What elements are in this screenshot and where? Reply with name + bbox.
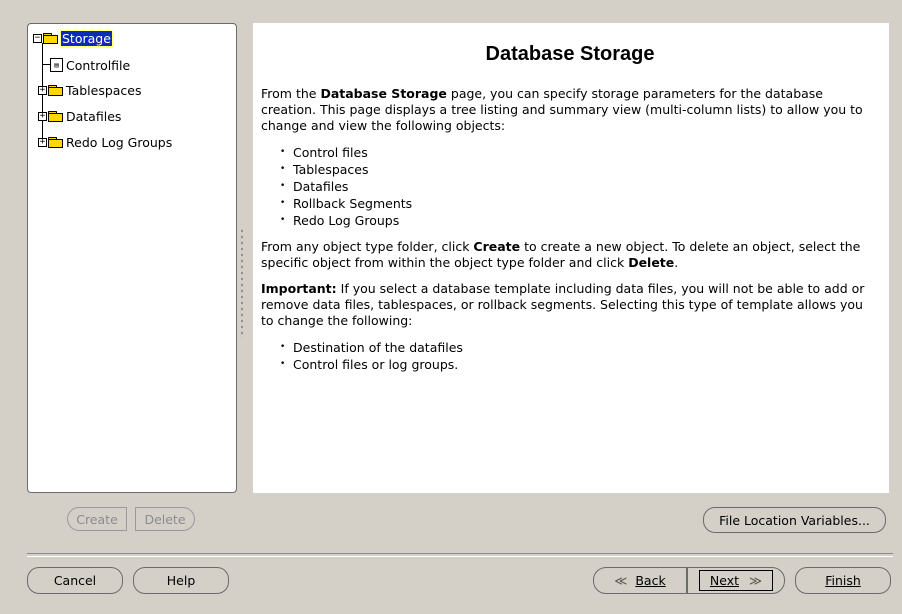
folder-icon — [48, 84, 63, 96]
expand-icon[interactable]: + — [38, 111, 47, 121]
button-label: Cancel — [53, 573, 97, 588]
create-delete-paragraph: From any object type folder, click Creat… — [261, 239, 879, 271]
expand-icon[interactable]: + — [38, 137, 47, 147]
folder-icon — [48, 136, 63, 148]
button-label: File Location Variables... — [719, 512, 870, 528]
help-button[interactable]: Help — [133, 567, 229, 594]
list-item: Tablespaces — [280, 161, 879, 178]
tree-node-label: Datafiles — [66, 108, 122, 124]
chevron-right-icon: ≫ — [749, 573, 763, 588]
button-label: Delete — [144, 511, 186, 527]
important-paragraph: Important: If you select a database temp… — [261, 281, 879, 329]
tree-node-controlfile[interactable]: ▤ Controlfile — [50, 56, 130, 74]
storage-tree[interactable]: − Storage ▤ Controlfile + Tablespaces + … — [27, 23, 237, 493]
list-item: Redo Log Groups — [280, 212, 879, 229]
file-location-variables-button[interactable]: File Location Variables... — [703, 507, 886, 533]
tree-node-storage[interactable]: − Storage — [33, 29, 113, 47]
delete-button[interactable]: Delete — [135, 507, 195, 531]
tree-node-label: Storage — [60, 29, 113, 47]
button-label: Help — [166, 573, 196, 588]
list-item: Control files — [280, 144, 879, 161]
tree-node-redo-log-groups[interactable]: + Redo Log Groups — [38, 133, 172, 151]
collapse-icon[interactable]: − — [33, 33, 42, 43]
page-title: Database Storage — [485, 43, 655, 65]
list-item: Rollback Segments — [280, 195, 879, 212]
finish-button[interactable]: Finish — [795, 567, 891, 594]
focus-ring: Next ≫ — [698, 570, 774, 591]
text-run: If you select a database template includ… — [261, 281, 865, 328]
chevron-left-icon: ≪ — [614, 573, 628, 588]
expand-icon[interactable]: + — [38, 85, 47, 95]
text-bold: Important: — [261, 281, 337, 296]
tree-node-tablespaces[interactable]: + Tablespaces — [38, 81, 142, 99]
tree-connector — [42, 64, 50, 65]
folder-icon — [48, 110, 63, 122]
back-button[interactable]: ≪ Back — [593, 567, 687, 594]
help-content-panel: Database Storage From the Database Stora… — [253, 23, 889, 493]
separator — [27, 553, 893, 557]
tree-node-datafiles[interactable]: + Datafiles — [38, 107, 121, 125]
button-label: Create — [76, 511, 118, 527]
list-item: Destination of the datafiles — [280, 339, 879, 356]
button-label: Finish — [825, 573, 861, 588]
button-label: Back — [635, 573, 666, 588]
button-label: Next — [709, 573, 740, 588]
folder-icon — [43, 32, 58, 44]
text-bold: Database Storage — [320, 86, 447, 101]
tree-node-label: Tablespaces — [66, 82, 142, 98]
objects-list: Control files Tablespaces Datafiles Roll… — [280, 144, 879, 229]
list-item: Control files or log groups. — [280, 356, 879, 373]
tree-node-label: Controlfile — [66, 57, 131, 73]
create-button[interactable]: Create — [67, 507, 127, 531]
splitter-handle[interactable] — [240, 228, 244, 338]
intro-paragraph: From the Database Storage page, you can … — [261, 86, 879, 134]
cancel-button[interactable]: Cancel — [27, 567, 123, 594]
next-button[interactable]: Next ≫ — [687, 567, 785, 594]
text-bold: Create — [473, 239, 521, 254]
text-run: From the — [261, 86, 321, 101]
tree-node-label: Redo Log Groups — [66, 134, 173, 150]
controlfile-icon: ▤ — [50, 58, 63, 72]
changeable-list: Destination of the datafiles Control fil… — [280, 339, 879, 373]
text-run: . — [674, 255, 679, 270]
text-run: From any object type folder, click — [261, 239, 474, 254]
text-bold: Delete — [628, 255, 675, 270]
list-item: Datafiles — [280, 178, 879, 195]
